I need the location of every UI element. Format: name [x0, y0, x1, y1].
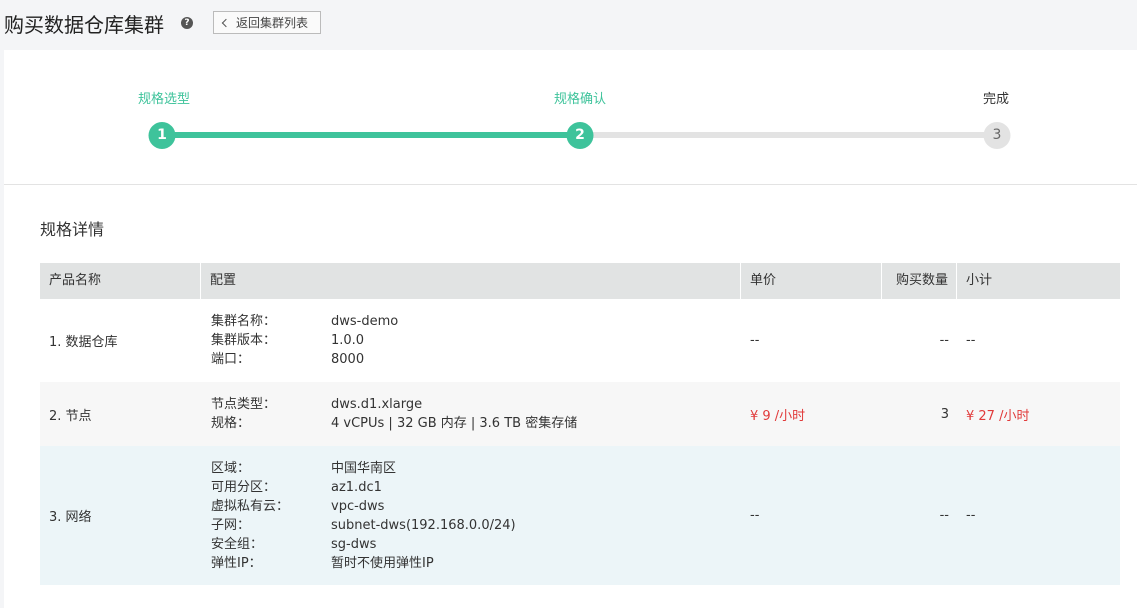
column-header: 购买数量	[882, 263, 957, 299]
step-label-1: 规格选型	[137, 92, 191, 107]
config-key: 集群名称：	[211, 314, 277, 329]
config-value: 4 vCPUs | 32 GB 内存 | 3.6 TB 密集存储	[331, 416, 578, 431]
back-to-cluster-list-button[interactable]: 返回集群列表	[213, 11, 321, 34]
config-cell: 节点类型： dws.d1.xlarge 规格： 4 vCPUs | 32 GB 内存…	[201, 395, 741, 433]
spec-table: 产品名称 配置 单价 购买数量 小计 1. 数据仓库 集群名称： dws-demo…	[40, 263, 1120, 585]
column-header: 单价	[741, 263, 882, 299]
product-name: 3. 网络	[49, 510, 92, 525]
config-value: sg-dws	[331, 536, 377, 552]
config-key: 端口：	[211, 352, 251, 367]
table-header: 产品名称 配置 单价 购买数量 小计	[40, 263, 1120, 299]
config-value: vpc-dws	[331, 498, 385, 514]
config-key: 虚拟私有云：	[211, 498, 290, 514]
chevron-left-icon	[221, 18, 231, 28]
step-label-2: 规格确认	[553, 92, 607, 107]
content-card: 规格选型 规格确认 完成 1 2 3 规格详情 产品名称 配置 单价 购买数量 …	[4, 50, 1137, 608]
config-key: 区域：	[211, 460, 251, 476]
subtotal: ¥ 27 /小时	[966, 408, 1030, 424]
config-key: 弹性IP：	[211, 555, 262, 571]
config-key: 安全组：	[211, 536, 264, 552]
progress-steps: 规格选型 规格确认 完成 1 2 3	[4, 50, 1137, 185]
config-value: 中国华南区	[331, 460, 397, 476]
product-name: 1. 数据仓库	[49, 335, 118, 350]
config-value: dws-demo	[331, 314, 399, 329]
subtotal: --	[966, 333, 976, 348]
config-key: 子网：	[211, 517, 251, 533]
config-value: 8000	[331, 352, 365, 367]
config-cell: 集群名称： dws-demo 集群版本： 1.0.0 端口： 8000	[201, 312, 741, 369]
config-value: 1.0.0	[331, 333, 365, 348]
table-row: 1. 数据仓库 集群名称： dws-demo 集群版本： 1.0.0 端口： 8000…	[40, 299, 1120, 382]
product-name: 2. 节点	[49, 408, 92, 424]
config-key: 规格：	[211, 416, 251, 431]
section-title: 规格详情	[40, 220, 105, 239]
quantity: 3	[940, 406, 949, 422]
step-circle-1: 1	[148, 122, 176, 149]
config-key: 节点类型：	[211, 397, 277, 412]
table-row: 2. 节点 节点类型： dws.d1.xlarge 规格： 4 vCPUs | 32…	[40, 382, 1120, 446]
config-value: dws.d1.xlarge	[331, 397, 423, 412]
page-title: 购买数据仓库集群	[4, 13, 164, 37]
unit-price: --	[750, 333, 760, 348]
column-header: 配置	[201, 263, 741, 299]
progress-track-done	[162, 132, 580, 138]
config-key: 可用分区：	[211, 479, 277, 495]
step-circle-3: 3	[983, 122, 1011, 149]
progress-track-remaining	[580, 132, 998, 138]
table-row: 3. 网络 区域： 中国华南区 可用分区： az1.dc1 虚拟私有云： vpc-dw…	[40, 446, 1120, 585]
column-header: 产品名称	[40, 263, 201, 299]
quantity: --	[939, 333, 949, 348]
unit-price: ¥ 9 /小时	[750, 408, 806, 424]
subtotal: --	[966, 508, 976, 523]
config-value: subnet-dws(192.168.0.0/24)	[331, 517, 516, 533]
unit-price: --	[750, 508, 760, 523]
step-label-3: 完成	[982, 92, 1010, 107]
back-button-label: 返回集群列表	[236, 16, 309, 30]
config-cell: 区域： 中国华南区 可用分区： az1.dc1 虚拟私有云： vpc-dws 子网： s…	[201, 459, 741, 573]
page-header: 购买数据仓库集群 ? 返回集群列表	[0, 0, 1137, 50]
help-icon[interactable]: ?	[181, 17, 193, 29]
config-key: 集群版本：	[211, 333, 277, 348]
config-value: 暂时不使用弹性IP	[331, 555, 434, 571]
column-header: 小计	[966, 273, 993, 288]
quantity: --	[939, 508, 949, 523]
config-value: az1.dc1	[331, 479, 382, 495]
step-circle-2: 2	[566, 122, 594, 149]
